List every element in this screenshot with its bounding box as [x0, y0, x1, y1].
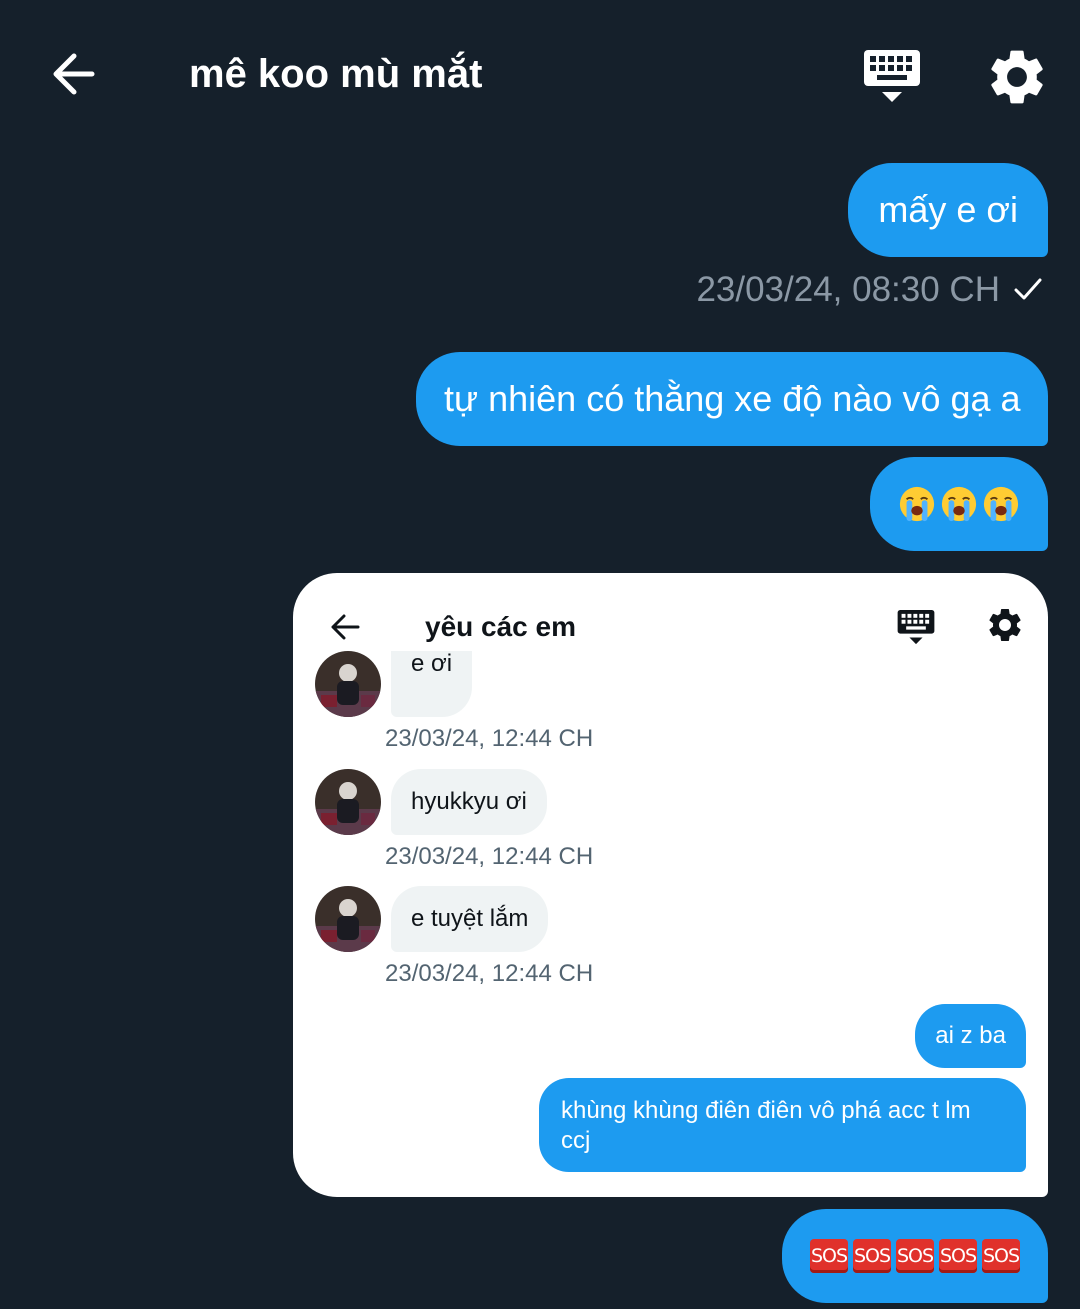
incoming-message[interactable]: hyukkyu ơi	[391, 769, 547, 835]
message-text: e ơi	[411, 650, 453, 677]
gear-icon	[991, 50, 1043, 104]
message-text: e tuyệt lắm	[411, 905, 529, 932]
outgoing-emoji-message[interactable]	[870, 457, 1048, 551]
message-text: mấy e ơi	[878, 189, 1018, 230]
outgoing-message[interactable]: tự nhiên có thằng xe độ nào vô gạ a	[416, 352, 1048, 446]
arrow-left-icon	[331, 614, 360, 640]
arrow-left-icon	[53, 53, 95, 95]
message-timestamp: 23/03/24, 12:44 CH	[385, 960, 594, 987]
keyboard-icon	[864, 50, 920, 102]
check-icon	[1014, 278, 1042, 300]
outgoing-message[interactable]: mấy e ơi	[848, 163, 1048, 257]
sos-icon: SOS	[896, 1239, 934, 1273]
outgoing-emoji-message[interactable]: SOS SOS SOS SOS SOS	[782, 1209, 1048, 1303]
avatar-image	[315, 651, 381, 717]
loudly-crying-face-icon	[899, 486, 935, 522]
outgoing-message[interactable]: ai z ba	[915, 1004, 1026, 1068]
message-text: ai z ba	[935, 1022, 1006, 1049]
settings-button[interactable]	[984, 44, 1050, 110]
sos-icon: SOS	[853, 1239, 891, 1273]
message-text: hyukkyu ơi	[411, 788, 527, 815]
loudly-crying-face-icon	[983, 486, 1019, 522]
keyboard-icon	[897, 609, 935, 645]
incoming-message[interactable]: e tuyệt lắm	[391, 886, 549, 952]
sos-icon: SOS	[939, 1239, 977, 1273]
message-timestamp: 23/03/24, 12:44 CH	[385, 725, 594, 752]
gear-icon	[989, 609, 1021, 641]
avatar-image	[315, 886, 381, 952]
embedded-keyboard-button	[895, 607, 937, 647]
avatar	[315, 769, 381, 835]
outgoing-message[interactable]: khùng khùng điên điên vô phá acc t lm cc…	[539, 1078, 1026, 1172]
keyboard-button[interactable]	[860, 46, 924, 106]
embedded-settings-button	[985, 605, 1025, 645]
conversation-title: mê koo mù mắt	[189, 52, 483, 96]
sos-icon: SOS	[810, 1239, 848, 1273]
back-button[interactable]	[44, 44, 104, 104]
avatar-image	[315, 769, 381, 835]
message-timestamp: 23/03/24, 08:30 CH	[696, 270, 1000, 309]
incoming-message[interactable]: e ơi	[391, 650, 473, 717]
message-timestamp: 23/03/24, 12:44 CH	[385, 843, 594, 870]
embedded-back-button	[327, 609, 363, 645]
image-attachment[interactable]: yêu các em e ơi 23/03/24, 12:44 CH hyukk…	[293, 573, 1048, 1197]
avatar	[315, 651, 381, 717]
embedded-title: yêu các em	[425, 611, 576, 642]
message-text: tự nhiên có thằng xe độ nào vô gạ a	[444, 378, 1021, 419]
message-text: khùng khùng điên điên vô phá acc t lm cc…	[561, 1097, 971, 1154]
avatar	[315, 886, 381, 952]
loudly-crying-face-icon	[941, 486, 977, 522]
sos-icon: SOS	[982, 1239, 1020, 1273]
